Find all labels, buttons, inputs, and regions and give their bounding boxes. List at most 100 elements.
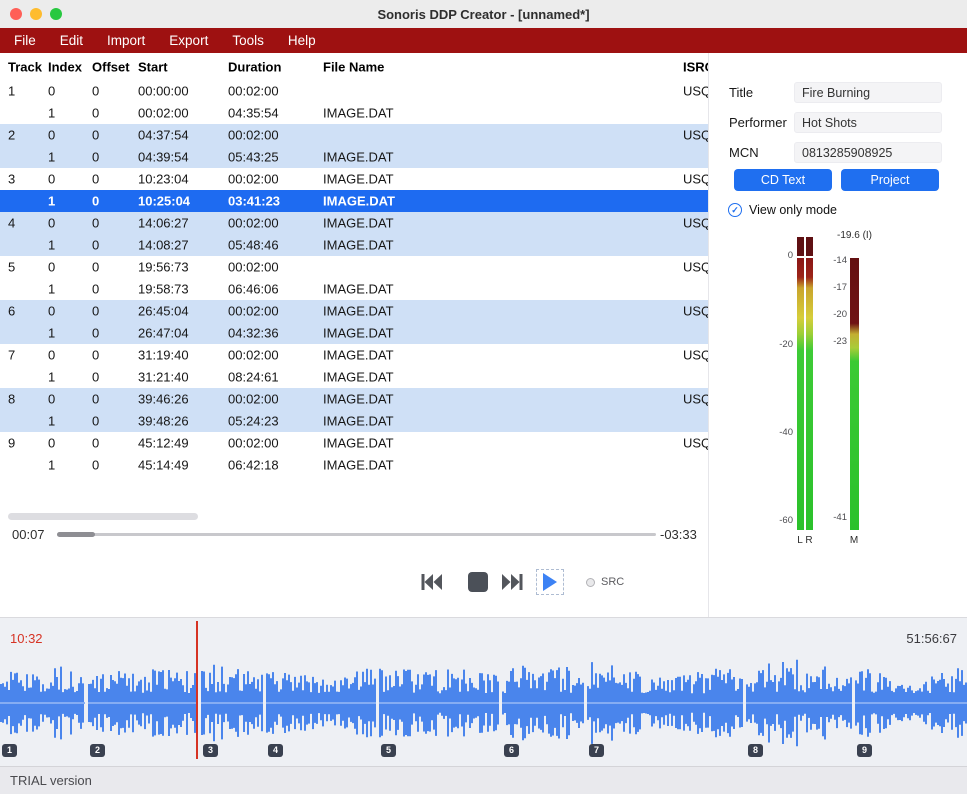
cell-index: 1	[48, 194, 55, 209]
meter-label-r: R	[802, 535, 816, 546]
m-scale-label--17: -17	[809, 282, 847, 293]
waveform-track-4[interactable]	[266, 669, 376, 738]
src-toggle[interactable]: SRC	[586, 576, 624, 588]
menu-item-help[interactable]: Help	[288, 33, 316, 48]
play-button[interactable]	[536, 569, 564, 595]
cell-index: 1	[48, 458, 55, 473]
minimize-window-button[interactable]	[30, 8, 42, 20]
src-radio[interactable]	[586, 578, 595, 587]
column-header-file[interactable]: File Name	[323, 59, 384, 74]
column-header-track[interactable]: Track	[8, 59, 42, 74]
track-badge-7[interactable]: 7	[589, 744, 604, 757]
table-row[interactable]: 50019:56:7300:02:00USQ	[0, 256, 708, 278]
track-badge-3[interactable]: 3	[203, 744, 218, 757]
waveform-track-9[interactable]	[855, 668, 967, 738]
waveform-track-1[interactable]	[0, 667, 85, 740]
playhead-cursor[interactable]	[196, 621, 198, 759]
table-row[interactable]: 1000:02:0004:35:54IMAGE.DAT	[0, 102, 708, 124]
menu-item-file[interactable]: File	[14, 33, 36, 48]
table-row[interactable]: 1004:39:5405:43:25IMAGE.DAT	[0, 146, 708, 168]
column-header-isrc[interactable]: ISRC	[683, 59, 708, 74]
column-header-index[interactable]: Index	[48, 59, 82, 74]
cell-start: 45:12:49	[138, 436, 189, 451]
waveform-track-7[interactable]	[587, 662, 743, 744]
menu-item-tools[interactable]: Tools	[232, 33, 264, 48]
menu-item-import[interactable]: Import	[107, 33, 145, 48]
track-badge-8[interactable]: 8	[748, 744, 763, 757]
view-only-mode-toggle[interactable]: ✓ View only mode	[728, 203, 837, 217]
stop-button[interactable]	[468, 572, 488, 592]
menu-item-edit[interactable]: Edit	[60, 33, 83, 48]
waveform-track-8[interactable]	[746, 660, 852, 747]
cell-track: 7	[8, 348, 15, 363]
cd-text-panel: Title Performer MCN CD Text Project ✓ Vi…	[708, 53, 967, 617]
seek-slider[interactable]	[57, 531, 656, 538]
cell-start: 39:46:26	[138, 392, 189, 407]
table-row[interactable]: 90045:12:4900:02:00IMAGE.DATUSQ	[0, 432, 708, 454]
table-row[interactable]: 1026:47:0404:32:36IMAGE.DAT	[0, 322, 708, 344]
cell-track: 9	[8, 436, 15, 451]
waveform-track-5[interactable]	[379, 669, 499, 737]
table-row[interactable]: 80039:46:2600:02:00IMAGE.DATUSQ	[0, 388, 708, 410]
waveform-track-2[interactable]	[88, 669, 198, 736]
meter-label-m: M	[847, 535, 861, 546]
track-badge-6[interactable]: 6	[504, 744, 519, 757]
table-row[interactable]: 60026:45:0400:02:00IMAGE.DATUSQ	[0, 300, 708, 322]
table-row[interactable]: 30010:23:0400:02:00IMAGE.DATUSQ	[0, 168, 708, 190]
title-input[interactable]	[794, 82, 942, 103]
column-header-start[interactable]: Start	[138, 59, 168, 74]
cell-file: IMAGE.DAT	[323, 282, 394, 297]
table-row[interactable]: 1014:08:2705:48:46IMAGE.DAT	[0, 234, 708, 256]
cell-duration: 00:02:00	[228, 436, 279, 451]
app-window: Sonoris DDP Creator - [unnamed*] File Edi…	[0, 0, 967, 794]
cell-start: 26:45:04	[138, 304, 189, 319]
cell-isrc: USQ	[683, 172, 708, 187]
track-badge-9[interactable]: 9	[857, 744, 872, 757]
column-header-duration[interactable]: Duration	[228, 59, 281, 74]
table-row[interactable]: 70031:19:4000:02:00IMAGE.DATUSQ	[0, 344, 708, 366]
table-row[interactable]: 1010:25:0403:41:23IMAGE.DAT	[0, 190, 708, 212]
meter-bar-right	[806, 258, 813, 530]
table-row[interactable]: 1019:58:7306:46:06IMAGE.DAT	[0, 278, 708, 300]
status-text: TRIAL version	[10, 773, 92, 788]
waveform-svg[interactable]	[0, 655, 967, 751]
cell-duration: 00:02:00	[228, 392, 279, 407]
table-row[interactable]: 1031:21:4008:24:61IMAGE.DAT	[0, 366, 708, 388]
seek-handle[interactable]	[57, 532, 95, 537]
track-badge-2[interactable]: 2	[90, 744, 105, 757]
loudness-readout: -19.6 (I)	[837, 230, 872, 241]
cell-duration: 05:48:46	[228, 238, 279, 253]
cd-text-button[interactable]: CD Text	[734, 169, 832, 191]
performer-label: Performer	[729, 115, 787, 130]
waveform-track-6[interactable]	[502, 666, 584, 741]
cell-file: IMAGE.DAT	[323, 238, 394, 253]
skip-forward-button[interactable]	[500, 571, 524, 593]
table-row[interactable]: 10000:00:0000:02:00USQ	[0, 80, 708, 102]
menu-item-export[interactable]: Export	[169, 33, 208, 48]
column-header-offset[interactable]: Offset	[92, 59, 130, 74]
horizontal-scrollbar[interactable]	[8, 513, 198, 520]
view-only-label: View only mode	[749, 203, 837, 217]
table-row[interactable]: 1045:14:4906:42:18IMAGE.DAT	[0, 454, 708, 476]
table-row[interactable]: 20004:37:5400:02:00USQ	[0, 124, 708, 146]
track-badge-4[interactable]: 4	[268, 744, 283, 757]
track-badge-5[interactable]: 5	[381, 744, 396, 757]
timeline-position: 10:32	[10, 631, 43, 646]
play-icon	[542, 572, 558, 592]
cell-offset: 0	[92, 260, 99, 275]
skip-back-button[interactable]	[420, 571, 444, 593]
cell-isrc: USQ	[683, 392, 708, 407]
cell-offset: 0	[92, 150, 99, 165]
meter-bar-left	[797, 258, 804, 530]
waveform-track-3[interactable]	[201, 665, 263, 741]
title-bar: Sonoris DDP Creator - [unnamed*]	[0, 0, 967, 28]
zoom-window-button[interactable]	[50, 8, 62, 20]
performer-input[interactable]	[794, 112, 942, 133]
project-button[interactable]: Project	[841, 169, 939, 191]
cell-index: 0	[48, 304, 55, 319]
track-badge-1[interactable]: 1	[2, 744, 17, 757]
table-row[interactable]: 40014:06:2700:02:00IMAGE.DATUSQ	[0, 212, 708, 234]
mcn-input[interactable]	[794, 142, 942, 163]
table-row[interactable]: 1039:48:2605:24:23IMAGE.DAT	[0, 410, 708, 432]
close-window-button[interactable]	[10, 8, 22, 20]
